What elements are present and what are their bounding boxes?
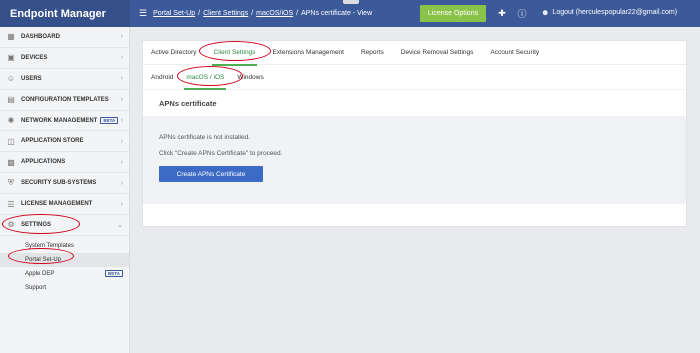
tab-account-security[interactable]: Account Security [490,41,539,65]
breadcrumb-separator: / [198,10,201,17]
gear-icon: ⚙ [7,220,15,230]
devices-icon: ▣ [7,53,15,63]
help-icon[interactable]: ⓘ [516,7,528,19]
applications-icon: ▩ [7,157,15,167]
sidebar-item-configuration-templates[interactable]: ▤ CONFIGURATION TEMPLATES › [0,90,129,111]
sidebar-subitem-portal-setup[interactable]: Portal Set-Up [0,252,129,267]
chevron-right-icon: › [120,200,123,208]
hamburger-menu-icon[interactable]: ☰ [139,8,147,19]
license-icon: ☰ [7,199,15,209]
tab-active-directory[interactable]: Active Directory [151,41,197,65]
chevron-right-icon: › [120,158,123,166]
create-apns-certificate-button[interactable]: Create APNs Certificate [159,166,263,182]
sidebar-item-license-management[interactable]: ☰ LICENSE MANAGEMENT › [0,194,129,216]
tab-macos-ios[interactable]: macOS / iOS [184,65,227,90]
sidebar-item-label: DEVICES [21,54,48,61]
chevron-right-icon: › [120,75,123,83]
main-content: Active Directory Client Settings Extensi… [130,27,700,353]
breadcrumb-macos-ios[interactable]: macOS/iOS [256,10,293,17]
sidebar-item-users[interactable]: ☺ USERS › [0,69,129,90]
tab-client-settings[interactable]: Client Settings [211,41,258,66]
users-icon: ☺ [6,74,16,84]
network-icon: ✺ [7,116,15,125]
sidebar-item-label: APPLICATIONS [21,159,66,166]
sidebar-item-settings[interactable]: ⚙ SETTINGS ⌄ [0,215,129,236]
sidebar-subitem-label: System Templates [25,242,74,249]
sidebar-item-dashboard[interactable]: ▦ DASHBOARD › [0,27,129,48]
sidebar-item-label: APPLICATION STORE [21,138,84,145]
sidebar-item-applications[interactable]: ▩ APPLICATIONS › [0,152,129,174]
sidebar: ▦ DASHBOARD › ▣ DEVICES › ☺ USERS › ▤ CO… [0,27,130,353]
platform-tabs: Android macOS / iOS Windows [143,65,686,90]
tab-extensions-management[interactable]: Extensions Management [272,41,344,65]
templates-icon: ▤ [7,95,15,105]
sidebar-item-network-management[interactable]: ✺ NETWORK MANAGEMENT BETA › [0,111,129,132]
sidebar-subitem-support[interactable]: Support [0,281,129,295]
collapse-handle[interactable] [343,0,359,4]
sidebar-item-label: NETWORK MANAGEMENT [21,117,98,124]
sidebar-subitem-label: Support [25,284,47,291]
logout-link[interactable]: ☻ Logout (herculespopular22@gmail.com) [541,8,677,17]
sidebar-item-label: SECURITY SUB-SYSTEMS [21,180,97,187]
chevron-right-icon: › [120,117,123,124]
beta-badge: BETA [105,270,123,278]
chevron-right-icon: › [120,96,123,104]
sidebar-item-application-store[interactable]: ◫ APPLICATION STORE › [0,131,129,153]
logout-label: Logout (herculespopular22@gmail.com) [552,9,678,16]
beta-badge: BETA [100,117,119,124]
tab-windows[interactable]: Windows [237,65,263,89]
breadcrumb-current: APNs certificate - View [301,10,373,17]
sidebar-subitem-system-templates[interactable]: System Templates [0,239,129,253]
settings-tabs: Active Directory Client Settings Extensi… [143,41,686,66]
section-body: APNs certificate is not installed. Click… [143,117,686,204]
sidebar-item-label: DASHBOARD [21,33,60,40]
chevron-right-icon: › [120,137,123,145]
user-icon: ☻ [541,8,550,17]
chevron-down-icon: ⌄ [117,221,123,229]
shield-icon: ⛨ [8,178,14,188]
tab-reports[interactable]: Reports [361,41,384,65]
instruction-message: Click "Create APNs Certificate" to proce… [159,150,283,157]
breadcrumb-separator: / [251,10,254,17]
dashboard-icon: ▦ [7,32,15,42]
chevron-right-icon: › [120,54,123,62]
add-device-icon[interactable]: ✚ [496,7,508,19]
sidebar-subitem-label: Portal Set-Up [25,256,62,263]
app-title[interactable]: Endpoint Manager [0,0,130,27]
sidebar-item-label: SETTINGS [21,221,52,228]
store-icon: ◫ [7,136,15,146]
settings-panel: Active Directory Client Settings Extensi… [142,40,687,227]
section-title: APNs certificate [143,89,686,117]
chevron-right-icon: › [120,33,123,41]
breadcrumb-separator: / [296,10,299,17]
breadcrumb: Portal Set-Up / Client Settings / macOS/… [153,10,372,17]
tab-android[interactable]: Android [151,65,173,89]
status-message: APNs certificate is not installed. [159,134,251,141]
top-bar: Endpoint Manager ☰ Portal Set-Up / Clien… [0,0,700,27]
sidebar-subitem-apple-dep[interactable]: Apple DEP BETA [0,267,129,281]
sidebar-item-security-sub-systems[interactable]: ⛨ SECURITY SUB-SYSTEMS › [0,173,129,195]
breadcrumb-client-settings[interactable]: Client Settings [203,10,248,17]
chevron-right-icon: › [120,179,123,187]
tab-device-removal-settings[interactable]: Device Removal Settings [401,41,474,65]
sidebar-item-devices[interactable]: ▣ DEVICES › [0,48,129,69]
breadcrumb-portal-setup[interactable]: Portal Set-Up [153,10,195,17]
sidebar-item-label: LICENSE MANAGEMENT [21,201,93,208]
license-options-button[interactable]: License Options [420,5,486,22]
sidebar-item-label: CONFIGURATION TEMPLATES [21,96,109,103]
sidebar-item-label: USERS [21,75,42,82]
sidebar-subitem-label: Apple DEP [25,270,55,277]
